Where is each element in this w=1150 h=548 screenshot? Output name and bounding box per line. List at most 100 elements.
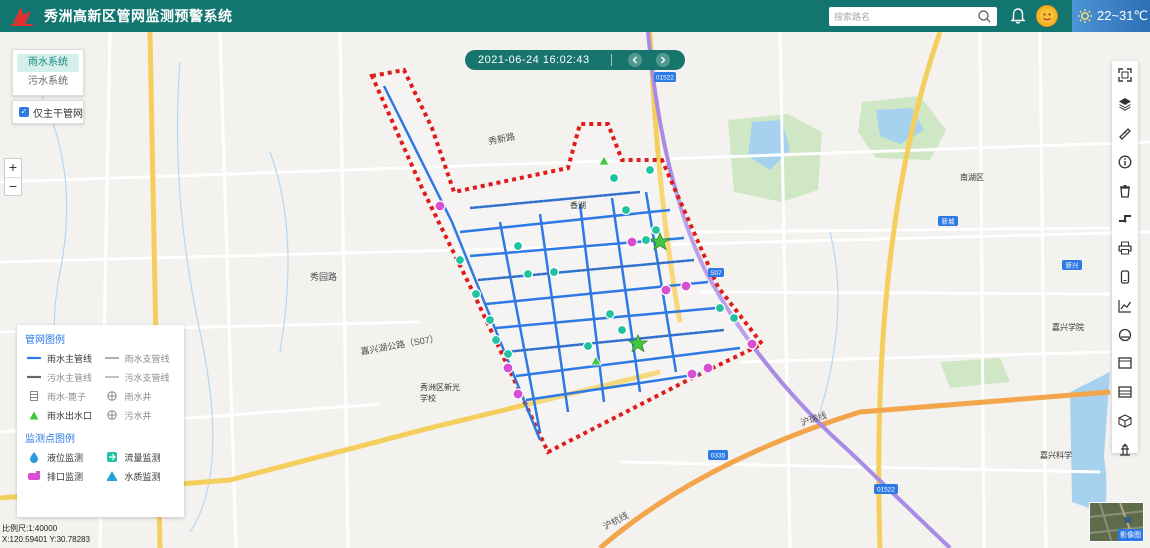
place-label-school: 秀洲区新光学校 <box>420 383 460 403</box>
fullscreen-icon <box>1118 68 1132 83</box>
panel-button[interactable] <box>1112 349 1138 378</box>
checkbox-checked-icon[interactable]: ✓ <box>19 107 29 117</box>
device-button[interactable] <box>1112 263 1138 292</box>
layers-icon <box>1119 98 1131 111</box>
box-icon <box>1118 414 1132 428</box>
divider <box>611 54 612 66</box>
pipe-icon <box>1119 215 1131 223</box>
printer-icon <box>1118 241 1132 255</box>
legend-sewage-main: 污水主管线 <box>25 370 99 384</box>
road-label-xiuyuan: 秀园路 <box>310 272 338 282</box>
legend-rain-well: 雨水井 <box>103 389 177 403</box>
chevron-right-icon <box>661 56 666 64</box>
table-icon <box>1118 386 1132 398</box>
water-level-icon <box>25 451 43 463</box>
place-label-jiaxing-college: 嘉兴学院 <box>1052 323 1084 332</box>
grate-icon <box>25 391 43 401</box>
panel-icon <box>1118 357 1132 370</box>
trash-icon <box>1120 184 1130 198</box>
fullscreen-button[interactable] <box>1112 61 1138 90</box>
line-icon <box>103 375 121 379</box>
timestamp-bar: 2021-06-24 16:02:43 <box>465 50 685 70</box>
chart-button[interactable] <box>1112 291 1138 320</box>
place-label-xianghu: 香湖 <box>570 201 586 210</box>
bell-icon[interactable] <box>1009 7 1027 25</box>
table-button[interactable] <box>1112 378 1138 407</box>
legend-sewage-branch: 污水支管线 <box>103 370 177 384</box>
prev-time-button[interactable] <box>628 53 642 67</box>
chart-icon <box>1118 299 1132 313</box>
ruler-icon <box>1119 128 1131 140</box>
chevron-left-icon <box>632 56 637 64</box>
box-button[interactable] <box>1112 407 1138 436</box>
legend-rain-main: 雨水主管线 <box>25 351 99 365</box>
legend-flow-monitor: 流量监测 <box>103 450 177 464</box>
flow-meter-icon <box>103 451 121 463</box>
map-toolbar <box>1112 61 1138 456</box>
clear-button[interactable] <box>1112 176 1138 205</box>
zoom-control: + − <box>4 158 22 196</box>
device-icon <box>1120 270 1130 284</box>
place-label-nanhu: 南湖区 <box>960 173 984 182</box>
svg-text:01522: 01522 <box>877 487 895 494</box>
print-button[interactable] <box>1112 234 1138 263</box>
app-window: 秀洲高新区管网监测预警系统 22~31℃ <box>0 0 1150 548</box>
legend-quality-monitor: 水质监测 <box>103 469 177 483</box>
sun-icon <box>1078 9 1092 23</box>
legend-outlet-monitor: 排口监测 <box>25 469 99 483</box>
line-icon <box>103 356 121 360</box>
weather-widget: 22~31℃ <box>1072 0 1150 32</box>
search-box[interactable] <box>829 7 997 26</box>
place-label-jiaxing-science: 嘉兴科学 <box>1040 451 1072 460</box>
line-icon <box>25 375 43 379</box>
svg-text:0335: 0335 <box>711 453 726 460</box>
info-icon <box>1118 155 1132 169</box>
cursor-coordinates: X:120.59401 Y:30.78283 <box>2 535 90 544</box>
gauge-button[interactable] <box>1112 320 1138 349</box>
gauge-icon <box>1118 328 1132 341</box>
app-logo-icon <box>6 0 38 32</box>
layer-switcher: 雨水系统 污水系统 <box>12 49 84 96</box>
info-button[interactable] <box>1112 147 1138 176</box>
manhole-icon <box>103 410 121 420</box>
measure-button[interactable] <box>1112 119 1138 148</box>
search-input[interactable] <box>829 8 969 25</box>
basemap-thumbnail[interactable]: 影像图 <box>1089 502 1144 542</box>
legend-rain-branch: 雨水支管线 <box>103 351 177 365</box>
search-icon[interactable] <box>976 8 993 25</box>
zoom-out-button[interactable]: − <box>5 177 21 195</box>
water-quality-icon <box>103 470 121 482</box>
svg-text:S07: S07 <box>710 270 722 277</box>
zoom-in-button[interactable]: + <box>5 159 21 177</box>
svg-text:01522: 01522 <box>656 75 674 82</box>
legend-rain-grate: 雨水-篦子 <box>25 389 99 403</box>
outlet-icon <box>25 471 43 481</box>
svg-text:新兴: 新兴 <box>1066 261 1080 270</box>
layers-button[interactable] <box>1112 90 1138 119</box>
pipe-analysis-button[interactable] <box>1112 205 1138 234</box>
app-title: 秀洲高新区管网监测预警系统 <box>44 8 233 24</box>
pipe-legend-title: 管网图例 <box>25 335 65 346</box>
monitor-legend-title: 监测点图例 <box>25 434 75 445</box>
layer-sewage-system[interactable]: 污水系统 <box>17 73 79 91</box>
hydrant-button[interactable] <box>1112 435 1138 464</box>
legend-rain-outlet: 雨水出水口 <box>25 408 99 422</box>
header-bar: 秀洲高新区管网监测预警系统 22~31℃ <box>0 0 1150 32</box>
manhole-icon <box>103 391 121 401</box>
next-time-button[interactable] <box>656 53 670 67</box>
trunk-only-toggle[interactable]: ✓ 仅主干管网 <box>12 100 84 124</box>
legend-sewage-well: 污水井 <box>103 408 177 422</box>
line-icon <box>25 356 43 360</box>
triangle-icon <box>25 411 43 420</box>
weather-temperature: 22~31℃ <box>1097 8 1149 23</box>
trunk-only-label: 仅主干管网 <box>33 108 83 120</box>
basemap-thumbnail-label: 影像图 <box>1118 529 1143 541</box>
scale-readout: 比例尺:1:40000 X:120.59401 Y:30.78283 <box>2 523 90 545</box>
map-legend: 管网图例 雨水主管线 雨水支管线 污水主管线 污水支管线 雨水-篦子 雨水井 雨… <box>17 325 184 517</box>
avatar[interactable] <box>1036 5 1058 27</box>
layer-rain-system[interactable]: 雨水系统 <box>17 54 79 72</box>
hydrant-icon <box>1120 443 1130 456</box>
svg-text:新城: 新城 <box>942 217 956 226</box>
legend-level-monitor: 液位监测 <box>25 450 99 464</box>
scale-ratio: 比例尺:1:40000 <box>2 524 58 533</box>
